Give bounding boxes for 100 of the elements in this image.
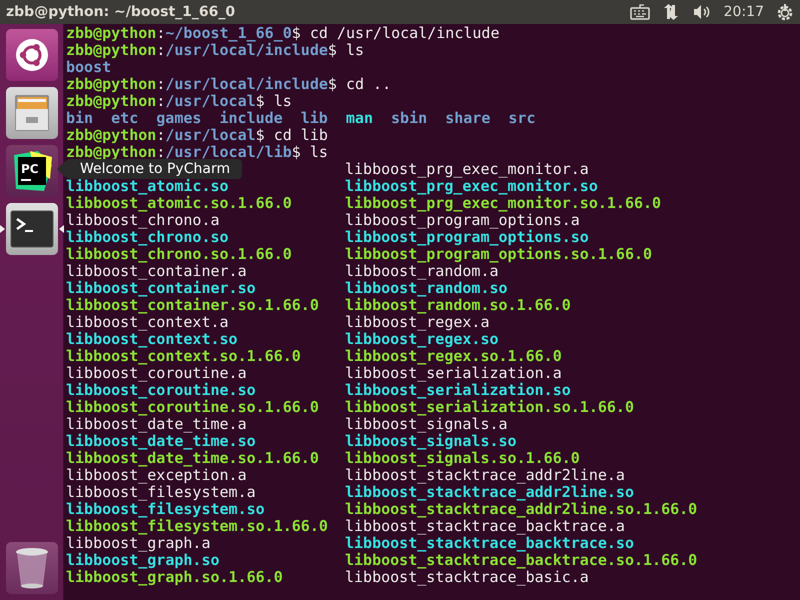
directory-name: bin [66, 109, 94, 127]
file-name: libboost_regex.so.1.66.0 [345, 347, 562, 365]
volume-icon[interactable] [692, 4, 712, 20]
file-name: libboost_serialization.so.1.66.0 [345, 398, 634, 416]
file-name: libboost_date_time.a [66, 415, 247, 433]
link-name: libboost_prg_exec_monitor.so [345, 177, 598, 195]
file-name: libboost_prg_exec_monitor.so.1.66.0 [345, 194, 662, 212]
directory-name: src [508, 109, 536, 127]
file-name: libboost_stacktrace_addr2line.a [345, 466, 625, 484]
file-name: libboost_coroutine.a [66, 364, 247, 382]
link-name: libboost_program_options.so [345, 228, 589, 246]
file-name: libboost_signals.so.1.66.0 [345, 449, 580, 467]
command-text: $ cd /usr/local/include [292, 24, 500, 42]
prompt-user: zbb@python [66, 41, 156, 59]
link-name: libboost_graph.so [66, 551, 220, 569]
file-name: libboost_filesystem.a [66, 483, 256, 501]
link-name: libboost_container.so [66, 279, 256, 297]
prompt-path: /usr/local/include [165, 41, 328, 59]
directory-name: sbin [391, 109, 428, 127]
prompt-path: ~/boost_1_66_0 [165, 24, 292, 42]
prompt-path: /usr/local/include [165, 75, 328, 93]
file-name: libboost_coroutine.so.1.66.0 [66, 398, 319, 416]
file-name: libboost_serialization.a [345, 364, 562, 382]
file-name: libboost_context.a [66, 313, 229, 331]
link-name: libboost_date_time.so [66, 432, 256, 450]
directory-name: share [445, 109, 490, 127]
file-name: libboost_atomic.so.1.66.0 [66, 194, 292, 212]
file-name: libboost_stacktrace_addr2line.so.1.66.0 [345, 500, 698, 518]
command-text: : [156, 75, 166, 93]
prompt-user: zbb@python [66, 75, 156, 93]
file-name: libboost_chrono.so.1.66.0 [66, 245, 292, 263]
command-text: $ ls [328, 41, 364, 59]
link-name: libboost_stacktrace_addr2line.so [345, 483, 634, 501]
clock[interactable]: 20:17 [724, 2, 764, 22]
file-name: libboost_stacktrace_basic.a [345, 568, 589, 586]
launcher-item[interactable] [6, 203, 58, 255]
file-name: libboost_context.so.1.66.0 [66, 347, 301, 365]
file-name: libboost_prg_exec_monitor.a [345, 160, 589, 178]
power-gear-icon[interactable] [776, 3, 794, 21]
file-cabinet-icon [12, 93, 52, 133]
file-name: libboost_program_options.a [345, 211, 580, 229]
link-name: libboost_atomic.so [66, 177, 229, 195]
ubuntu-logo-icon [15, 38, 49, 72]
tooltip: Welcome to PyCharm [66, 159, 242, 179]
link-name: libboost_chrono.so [66, 228, 229, 246]
directory-name: etc [111, 109, 138, 127]
file-name: libboost_exception.a [66, 466, 247, 484]
file-name: libboost_program_options.so.1.66.0 [345, 245, 652, 263]
window-title: zbb@python: ~/boost_1_66_0 [6, 2, 236, 22]
file-name: libboost_signals.a [345, 415, 508, 433]
file-name: libboost_random.so.1.66.0 [345, 296, 571, 314]
running-indicator [0, 225, 5, 233]
trash-icon [13, 546, 51, 590]
link-name: libboost_serialization.so [345, 381, 571, 399]
command-text: : [156, 41, 166, 59]
launcher-item[interactable] [6, 542, 58, 594]
link-name: libboost_stacktrace_backtrace.so [345, 534, 634, 552]
prompt-user: zbb@python [66, 24, 156, 42]
command-text: $ cd .. [328, 75, 392, 93]
prompt-path: /usr/local [165, 126, 256, 144]
command-text: $ cd lib [256, 126, 328, 144]
file-name: libboost_container.so.1.66.0 [66, 296, 319, 314]
command-text: : [156, 143, 166, 161]
directory-name: boost [66, 58, 112, 76]
link-name: libboost_coroutine.so [66, 381, 256, 399]
file-name: libboost_random.a [345, 262, 499, 280]
link-name: libboost_random.so [345, 279, 508, 297]
link-name: libboost_signals.so [345, 432, 517, 450]
command-text: $ ls [292, 143, 328, 161]
terminal-icon [10, 210, 54, 248]
file-name: libboost_chrono.a [66, 211, 220, 229]
file-name: libboost_graph.a [66, 534, 210, 552]
network-arrows-icon[interactable] [662, 3, 680, 21]
command-text: : [156, 92, 166, 110]
link-name: libboost_regex.so [345, 330, 499, 348]
prompt-user: zbb@python [66, 143, 156, 161]
link-name: man [346, 109, 373, 127]
focus-indicator [59, 225, 64, 233]
file-name: libboost_regex.a [345, 313, 490, 331]
directory-name: include [219, 109, 283, 127]
launcher-item[interactable]: PC [6, 145, 58, 197]
link-name: libboost_context.so [66, 330, 238, 348]
directory-name: games [156, 109, 202, 127]
prompt-path: /usr/local [165, 92, 256, 110]
file-name: libboost_stacktrace_backtrace.a [345, 517, 625, 535]
file-name: libboost_date_time.so.1.66.0 [66, 449, 319, 467]
launcher-item[interactable] [6, 29, 58, 81]
command-text: : [156, 126, 166, 144]
file-name: libboost_filesystem.so.1.66.0 [66, 517, 328, 535]
file-name: libboost_stacktrace_backtrace.so.1.66.0 [345, 551, 698, 569]
link-name: libboost_filesystem.so [66, 500, 265, 518]
file-name: libboost_graph.so.1.66.0 [66, 568, 283, 586]
keyboard-icon[interactable] [630, 4, 650, 20]
file-name: libboost_container.a [66, 262, 247, 280]
command-text: : [156, 24, 166, 42]
prompt-user: zbb@python [66, 126, 156, 144]
command-text: $ ls [256, 92, 292, 110]
directory-name: lib [300, 109, 328, 127]
icon-label: PC [21, 162, 39, 176]
prompt-user: zbb@python [66, 92, 156, 110]
